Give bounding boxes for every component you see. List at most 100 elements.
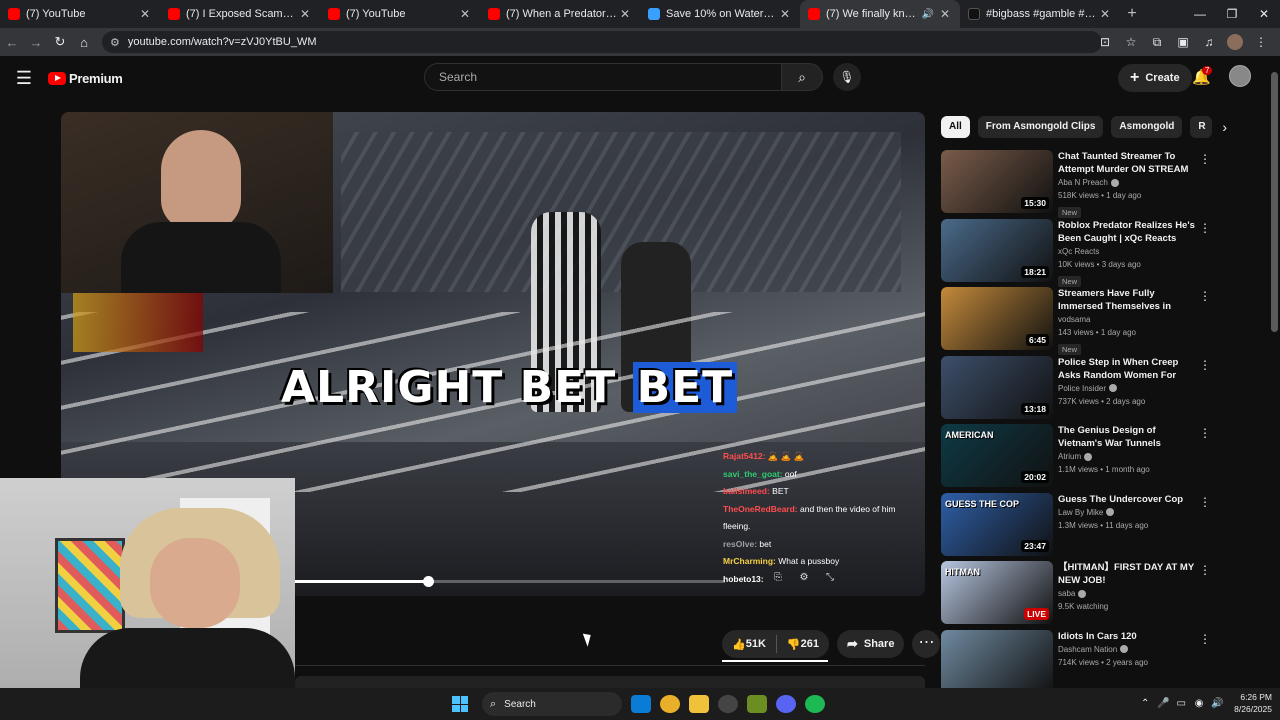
home-icon[interactable]: ⌂: [72, 35, 96, 50]
voice-search-icon[interactable]: 🎙: [833, 63, 861, 91]
game-app-icon[interactable]: [747, 695, 767, 713]
more-options-icon[interactable]: ⋮: [1199, 221, 1211, 235]
recommended-video[interactable]: 15:30 Chat Taunted Streamer To Attempt Mu…: [941, 150, 1211, 219]
video-thumbnail[interactable]: 18:21: [941, 218, 1053, 282]
close-tab-icon[interactable]: ✕: [938, 7, 952, 21]
channel-name[interactable]: Aba N Preach: [1058, 178, 1108, 187]
browser-menu-icon[interactable]: ⋮: [1248, 35, 1274, 49]
maximize-icon[interactable]: ❐: [1216, 0, 1248, 28]
close-tab-icon[interactable]: ✕: [138, 7, 152, 21]
filter-chip[interactable]: Asmongold: [1111, 116, 1183, 138]
system-clock[interactable]: 6:26 PM 8/26/2025: [1234, 691, 1272, 715]
more-options-icon[interactable]: ⋮: [1199, 152, 1211, 166]
browser-tab[interactable]: (7) When a Predator Dad Realiz✕: [480, 0, 640, 28]
channel-name[interactable]: Dashcam Nation: [1058, 645, 1117, 654]
browser-tab[interactable]: (7) YouTube ✕: [0, 0, 160, 28]
chevron-right-icon[interactable]: ›: [1222, 119, 1227, 135]
filter-chip[interactable]: R: [1190, 116, 1213, 138]
volume-icon[interactable]: 🔊: [1208, 698, 1226, 709]
browser-tab[interactable]: (7) We finally know the truth🔊 ✕: [800, 0, 960, 28]
filter-chip[interactable]: From Asmongold Clips: [977, 116, 1104, 138]
tray-overflow-icon[interactable]: ⌃: [1136, 698, 1154, 709]
account-avatar[interactable]: [1229, 65, 1251, 87]
new-tab-button[interactable]: +: [1120, 5, 1144, 23]
site-info-icon[interactable]: ⚙: [110, 36, 120, 49]
display-tray-icon[interactable]: ▭: [1172, 698, 1190, 709]
close-tab-icon[interactable]: ✕: [778, 7, 792, 21]
browser-tab[interactable]: (7) YouTube ✕: [320, 0, 480, 28]
bookmark-star-icon[interactable]: ☆: [1118, 35, 1144, 49]
video-title[interactable]: Roblox Predator Realizes He's Been Caugh…: [1058, 219, 1198, 245]
split-view-icon[interactable]: ▣: [1170, 35, 1196, 49]
extensions-icon[interactable]: ⧉: [1144, 35, 1170, 50]
video-title[interactable]: Guess The Undercover Cop: [1058, 493, 1198, 506]
hamburger-menu-icon[interactable]: ☰: [0, 68, 48, 89]
mic-tray-icon[interactable]: 🎤: [1154, 698, 1172, 709]
filter-chip[interactable]: All: [941, 116, 970, 138]
scrollbar-thumb[interactable]: [1271, 72, 1278, 332]
video-title[interactable]: Police Step in When Creep Asks Random Wo…: [1058, 356, 1198, 382]
more-options-icon[interactable]: ⋮: [1199, 289, 1211, 303]
recommended-video[interactable]: 6:45 Streamers Have Fully Immersed Themse…: [941, 287, 1211, 356]
channel-name[interactable]: xQc Reacts: [1058, 247, 1099, 256]
recommended-video[interactable]: 13:18 Police Step in When Creep Asks Rand…: [941, 355, 1211, 425]
recommended-video[interactable]: GUESS THE COP 23:47 Guess The Undercover C…: [941, 492, 1211, 562]
edge-icon[interactable]: [631, 695, 651, 713]
recommended-video[interactable]: 18:21 Roblox Predator Realizes He's Been …: [941, 218, 1211, 288]
discord-icon[interactable]: [776, 695, 796, 713]
profile-avatar[interactable]: [1227, 34, 1243, 50]
progress-bar[interactable]: [295, 576, 725, 587]
create-button[interactable]: + Create: [1118, 64, 1192, 92]
tab-audio-icon[interactable]: 🔊: [922, 9, 934, 20]
browser-tab[interactable]: Save 10% on Waterpark Simulat✕: [640, 0, 800, 28]
share-button[interactable]: ➦ Share: [836, 630, 905, 658]
close-tab-icon[interactable]: ✕: [618, 7, 632, 21]
close-window-icon[interactable]: ✕: [1248, 0, 1280, 28]
channel-name[interactable]: vodsama: [1058, 315, 1090, 324]
browser-tab[interactable]: (7) I Exposed Scammers in NYC✕: [160, 0, 320, 28]
video-thumbnail[interactable]: AMERICAN 20:02: [941, 424, 1053, 487]
back-icon[interactable]: ←: [0, 35, 24, 50]
video-title[interactable]: 【HITMAN】FIRST DAY AT MY NEW JOB!: [1058, 561, 1198, 587]
channel-name[interactable]: saba: [1058, 589, 1075, 598]
video-title[interactable]: Chat Taunted Streamer To Attempt Murder …: [1058, 150, 1198, 176]
network-icon[interactable]: ◉: [1190, 698, 1208, 709]
more-actions-icon[interactable]: ⋯: [912, 630, 941, 658]
file-explorer-icon[interactable]: [689, 695, 709, 713]
channel-name[interactable]: Police Insider: [1058, 384, 1106, 393]
more-options-icon[interactable]: ⋮: [1199, 563, 1211, 577]
video-thumbnail[interactable]: 15:30: [941, 150, 1053, 213]
video-title[interactable]: The Genius Design of Vietnam's War Tunne…: [1058, 424, 1198, 450]
close-tab-icon[interactable]: ✕: [298, 7, 312, 21]
recommended-video[interactable]: HITMAN LIVE 【HITMAN】FIRST DAY AT MY NEW JO…: [941, 561, 1211, 630]
chrome-icon[interactable]: [660, 695, 680, 713]
video-title[interactable]: Streamers Have Fully Immersed Themselves…: [1058, 287, 1198, 313]
more-options-icon[interactable]: ⋮: [1199, 358, 1211, 372]
page-scrollbar[interactable]: [1271, 60, 1278, 690]
subtitles-icon[interactable]: ⎘: [765, 572, 791, 583]
dislike-button[interactable]: 👎 261: [777, 638, 829, 651]
install-app-icon[interactable]: ⊡: [1092, 35, 1118, 49]
spotify-icon[interactable]: [805, 695, 825, 713]
video-thumbnail[interactable]: HITMAN LIVE: [941, 561, 1053, 624]
url-field[interactable]: ⚙ youtube.com/watch?v=zVJ0YtBU_WM: [102, 31, 1102, 53]
close-tab-icon[interactable]: ✕: [458, 7, 472, 21]
video-thumbnail[interactable]: 13:18: [941, 355, 1053, 419]
search-button[interactable]: ⌕: [781, 63, 823, 91]
media-control-icon[interactable]: ♫: [1196, 35, 1222, 49]
like-button[interactable]: 👍 51K: [722, 638, 776, 651]
forward-icon[interactable]: →: [24, 35, 48, 50]
search-input[interactable]: Search: [424, 63, 782, 91]
recommended-video[interactable]: AMERICAN 20:02 The Genius Design of Vietna…: [941, 424, 1211, 493]
more-options-icon[interactable]: ⋮: [1199, 632, 1211, 646]
more-options-icon[interactable]: ⋮: [1199, 495, 1211, 509]
obs-icon[interactable]: [718, 695, 738, 713]
more-options-icon[interactable]: ⋮: [1199, 426, 1211, 440]
settings-gear-icon[interactable]: ⚙: [791, 572, 817, 583]
video-thumbnail[interactable]: GUESS THE COP 23:47: [941, 492, 1053, 556]
miniplayer-icon[interactable]: ⤡: [817, 572, 843, 583]
browser-tab[interactable]: #bigbass #gamble #fyp | big b✕: [960, 0, 1120, 28]
progress-scrubber[interactable]: [423, 576, 435, 587]
video-title[interactable]: Idiots In Cars 120: [1058, 630, 1198, 643]
channel-name[interactable]: Atrium: [1058, 452, 1081, 461]
